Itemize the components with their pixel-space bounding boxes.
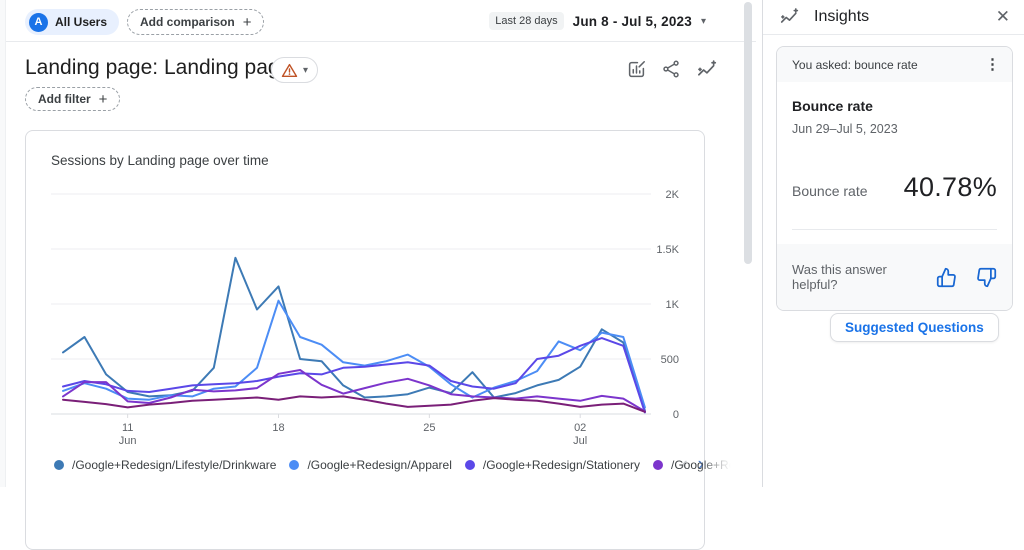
insight-answer-card: You asked: bounce rate ⋮ Bounce rate Jun… [776, 46, 1013, 311]
insight-card-footer: Was this answer helpful? [777, 244, 1012, 310]
data-quality-warning-button[interactable]: ▾ [271, 57, 318, 83]
add-filter-button[interactable]: Add filter + [25, 87, 120, 111]
suggested-questions-button[interactable]: Suggested Questions [830, 313, 999, 342]
legend-dot-icon [54, 460, 64, 470]
metric-row: Bounce rate 40.78% [792, 172, 997, 203]
svg-text:0: 0 [673, 409, 679, 421]
svg-text:2K: 2K [666, 189, 680, 201]
date-preset-badge: Last 28 days [489, 12, 563, 30]
legend-dot-icon [289, 460, 299, 470]
feedback-buttons [936, 267, 997, 288]
insights-panel: Insights ✕ You asked: bounce rate ⋮ Boun… [762, 0, 1024, 487]
thumbs-down-button[interactable] [976, 267, 997, 288]
share-report-button[interactable] [659, 57, 683, 81]
legend-dot-icon [465, 460, 475, 470]
legend-item[interactable]: /Google+Redesign/Apparel [289, 458, 451, 472]
chart-line [63, 301, 645, 408]
legend-item[interactable]: /Google+Rede [653, 458, 733, 472]
legend-dot-icon [653, 460, 663, 470]
report-top-bar: A All Users Add comparison + Last 28 day… [6, 0, 756, 42]
insights-sparkline-icon [779, 7, 799, 27]
add-comparison-label: Add comparison [140, 15, 235, 29]
kebab-menu-icon[interactable]: ⋮ [985, 57, 1000, 72]
thumbs-up-icon [936, 267, 957, 288]
insights-panel-button[interactable] [694, 57, 718, 81]
asked-question-label: You asked: bounce rate [792, 58, 918, 72]
insights-sparkline-icon [696, 59, 717, 80]
legend-item[interactable]: /Google+Redesign/Stationery [465, 458, 640, 472]
insights-title: Insights [814, 8, 869, 26]
nav-edge-strip [0, 0, 6, 487]
thumbs-down-icon [976, 267, 997, 288]
insights-panel-header: Insights ✕ [763, 0, 1024, 35]
share-icon [661, 59, 681, 79]
audience-avatar: A [29, 13, 48, 32]
legend-label: /Google+Redesign/Stationery [483, 458, 640, 472]
date-range-selector[interactable]: Last 28 days Jun 8 - Jul 5, 2023 ▾ [489, 0, 706, 42]
svg-text:1.5K: 1.5K [656, 244, 679, 256]
sessions-line-chart: 0 500 1K 1.5K 2K 11Jun 18 25 02Jul [26, 131, 706, 476]
svg-text:1K: 1K [666, 299, 680, 311]
svg-text:Jul: Jul [573, 435, 587, 447]
legend-item[interactable]: /Google+Redesign/Lifestyle/Drinkware [54, 458, 276, 472]
chevron-down-icon: ▾ [303, 65, 308, 76]
svg-text:500: 500 [661, 354, 679, 366]
legend-label: /Google+Rede [671, 458, 733, 472]
chart-line [63, 396, 645, 411]
legend-label: /Google+Redesign/Apparel [307, 458, 451, 472]
page-title: Landing page: Landing page [25, 56, 291, 80]
chart-line [63, 258, 645, 411]
chart-title: Sessions by Landing page over time [51, 153, 269, 168]
edit-chart-icon [626, 59, 647, 80]
feedback-prompt: Was this answer helpful? [792, 262, 936, 292]
add-filter-label: Add filter [38, 92, 91, 106]
report-toolbar [624, 57, 718, 81]
legend-label: /Google+Redesign/Lifestyle/Drinkware [72, 458, 276, 472]
chart-legend: /Google+Redesign/Lifestyle/Drinkware/Goo… [54, 455, 704, 474]
sessions-chart-card: Sessions by Landing page over time 0 500 1… [25, 130, 705, 550]
metric-label: Bounce rate [792, 183, 868, 199]
svg-text:25: 25 [423, 422, 435, 434]
all-users-chip[interactable]: A All Users [25, 9, 119, 35]
answer-date-range: Jun 29–Jul 5, 2023 [792, 122, 997, 136]
thumbs-up-button[interactable] [936, 267, 957, 288]
insight-card-header: You asked: bounce rate ⋮ [777, 47, 1012, 82]
chart-legend-items: /Google+Redesign/Lifestyle/Drinkware/Goo… [54, 458, 668, 472]
all-users-label: All Users [55, 15, 107, 29]
warning-icon [281, 63, 298, 78]
svg-text:02: 02 [574, 422, 586, 434]
svg-text:11: 11 [122, 422, 133, 434]
chevron-down-icon: ▾ [701, 16, 706, 27]
date-range-text: Jun 8 - Jul 5, 2023 [573, 14, 692, 29]
answer-title: Bounce rate [792, 98, 997, 114]
insight-card-body: Bounce rate Jun 29–Jul 5, 2023 Bounce ra… [777, 82, 1012, 230]
plus-icon: + [99, 92, 108, 107]
add-comparison-button[interactable]: Add comparison + [127, 9, 264, 35]
plus-icon: + [243, 15, 252, 30]
main-scrollbar-thumb[interactable] [744, 2, 752, 264]
customize-report-button[interactable] [624, 57, 648, 81]
chart-line [63, 338, 645, 412]
svg-text:18: 18 [272, 422, 284, 434]
chart-line [63, 370, 645, 411]
close-icon[interactable]: ✕ [996, 7, 1010, 27]
metric-value: 40.78% [904, 172, 997, 203]
divider [792, 229, 997, 230]
svg-text:Jun: Jun [119, 435, 137, 447]
